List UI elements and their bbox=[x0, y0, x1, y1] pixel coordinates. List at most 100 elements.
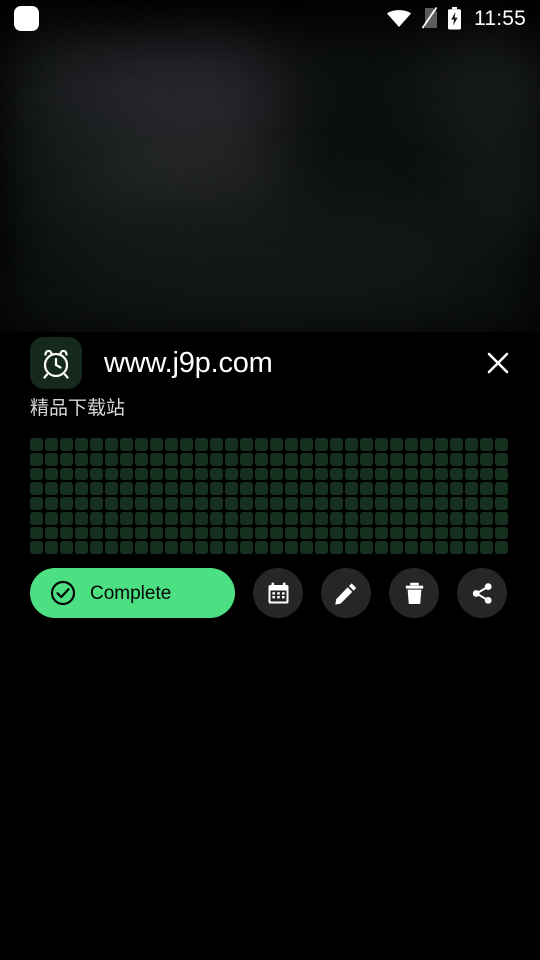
obscured-content-grid bbox=[30, 438, 508, 554]
obscured-content-block bbox=[45, 467, 58, 481]
obscured-content-block bbox=[195, 541, 208, 554]
obscured-content-block bbox=[30, 452, 43, 466]
obscured-content-block bbox=[285, 482, 298, 495]
edit-button[interactable] bbox=[321, 568, 371, 618]
obscured-content-block bbox=[465, 482, 478, 495]
obscured-content-block bbox=[195, 497, 208, 510]
obscured-content-block bbox=[375, 541, 388, 554]
wifi-icon bbox=[387, 10, 411, 27]
obscured-content-block bbox=[195, 526, 208, 540]
obscured-content-block bbox=[30, 511, 43, 525]
obscured-content-block bbox=[345, 497, 358, 510]
obscured-content-block bbox=[390, 452, 403, 466]
obscured-content-block bbox=[105, 452, 118, 466]
obscured-content-block bbox=[165, 482, 178, 495]
obscured-content-block bbox=[435, 467, 448, 481]
obscured-content-block bbox=[285, 438, 298, 451]
obscured-content-block bbox=[495, 452, 508, 466]
obscured-content-block bbox=[150, 511, 163, 525]
obscured-content-block bbox=[105, 467, 118, 481]
obscured-content-block bbox=[135, 452, 148, 466]
obscured-content-block bbox=[285, 452, 298, 466]
obscured-content-block bbox=[210, 438, 223, 451]
obscured-content-block bbox=[375, 497, 388, 510]
obscured-content-block bbox=[195, 452, 208, 466]
obscured-content-block bbox=[315, 497, 328, 510]
obscured-content-block bbox=[60, 511, 73, 525]
obscured-content-block bbox=[360, 482, 373, 495]
obscured-content-block bbox=[435, 511, 448, 525]
obscured-content-block bbox=[315, 526, 328, 540]
obscured-content-block bbox=[60, 526, 73, 540]
status-bar-clock: 11:55 bbox=[474, 6, 526, 30]
complete-button[interactable]: Complete bbox=[30, 568, 235, 618]
obscured-content-block bbox=[375, 438, 388, 451]
obscured-content-block bbox=[60, 541, 73, 554]
obscured-content-block bbox=[90, 526, 103, 540]
obscured-content-block bbox=[30, 467, 43, 481]
obscured-content-block bbox=[255, 497, 268, 510]
obscured-content-block bbox=[300, 497, 313, 510]
obscured-content-block bbox=[45, 541, 58, 554]
obscured-content-block bbox=[120, 467, 133, 481]
obscured-content-block bbox=[135, 497, 148, 510]
delete-button[interactable] bbox=[389, 568, 439, 618]
obscured-content-block bbox=[45, 452, 58, 466]
obscured-content-block bbox=[150, 497, 163, 510]
obscured-content-block bbox=[225, 467, 238, 481]
close-icon[interactable] bbox=[478, 343, 518, 383]
obscured-content-block bbox=[450, 541, 463, 554]
obscured-content-block bbox=[300, 452, 313, 466]
obscured-content-block bbox=[180, 526, 193, 540]
obscured-content-block bbox=[495, 482, 508, 495]
obscured-content-block bbox=[495, 497, 508, 510]
obscured-content-block bbox=[150, 438, 163, 451]
obscured-content-block bbox=[435, 482, 448, 495]
obscured-content-block bbox=[210, 526, 223, 540]
obscured-content-block bbox=[270, 467, 283, 481]
obscured-content-block bbox=[135, 482, 148, 495]
obscured-content-block bbox=[60, 452, 73, 466]
status-bar-left bbox=[0, 5, 39, 31]
obscured-content-block bbox=[345, 452, 358, 466]
obscured-content-block bbox=[75, 438, 88, 451]
obscured-content-block bbox=[435, 541, 448, 554]
obscured-content-block bbox=[360, 541, 373, 554]
obscured-content-block bbox=[60, 482, 73, 495]
obscured-content-block bbox=[240, 438, 253, 451]
obscured-content-block bbox=[270, 511, 283, 525]
obscured-content-block bbox=[450, 467, 463, 481]
obscured-content-block bbox=[75, 482, 88, 495]
obscured-content-block bbox=[60, 497, 73, 510]
obscured-content-block bbox=[420, 438, 433, 451]
obscured-content-block bbox=[420, 541, 433, 554]
obscured-content-block bbox=[135, 438, 148, 451]
check-circle-icon bbox=[50, 580, 76, 606]
obscured-content-block bbox=[240, 541, 253, 554]
obscured-content-block bbox=[225, 438, 238, 451]
obscured-content-block bbox=[420, 467, 433, 481]
notification-card[interactable]: www.j9p.com 精品下载站 Complete bbox=[0, 332, 540, 632]
obscured-content-block bbox=[165, 438, 178, 451]
obscured-content-block bbox=[45, 497, 58, 510]
obscured-content-block bbox=[465, 511, 478, 525]
obscured-content-block bbox=[435, 497, 448, 510]
snooze-button[interactable] bbox=[253, 568, 303, 618]
obscured-content-block bbox=[390, 511, 403, 525]
obscured-content-block bbox=[330, 526, 343, 540]
rounded-square-notification-icon bbox=[14, 5, 39, 31]
share-button[interactable] bbox=[457, 568, 507, 618]
obscured-content-block bbox=[420, 482, 433, 495]
obscured-content-block bbox=[120, 438, 133, 451]
obscured-content-block bbox=[240, 467, 253, 481]
obscured-content-block bbox=[90, 511, 103, 525]
obscured-content-block bbox=[240, 482, 253, 495]
obscured-content-block bbox=[375, 452, 388, 466]
obscured-content-block bbox=[330, 452, 343, 466]
obscured-content-block bbox=[420, 497, 433, 510]
dimmed-backdrop[interactable] bbox=[0, 0, 540, 340]
obscured-content-block bbox=[330, 467, 343, 481]
obscured-content-block bbox=[240, 526, 253, 540]
notification-actions: Complete bbox=[30, 568, 507, 618]
obscured-content-block bbox=[390, 526, 403, 540]
